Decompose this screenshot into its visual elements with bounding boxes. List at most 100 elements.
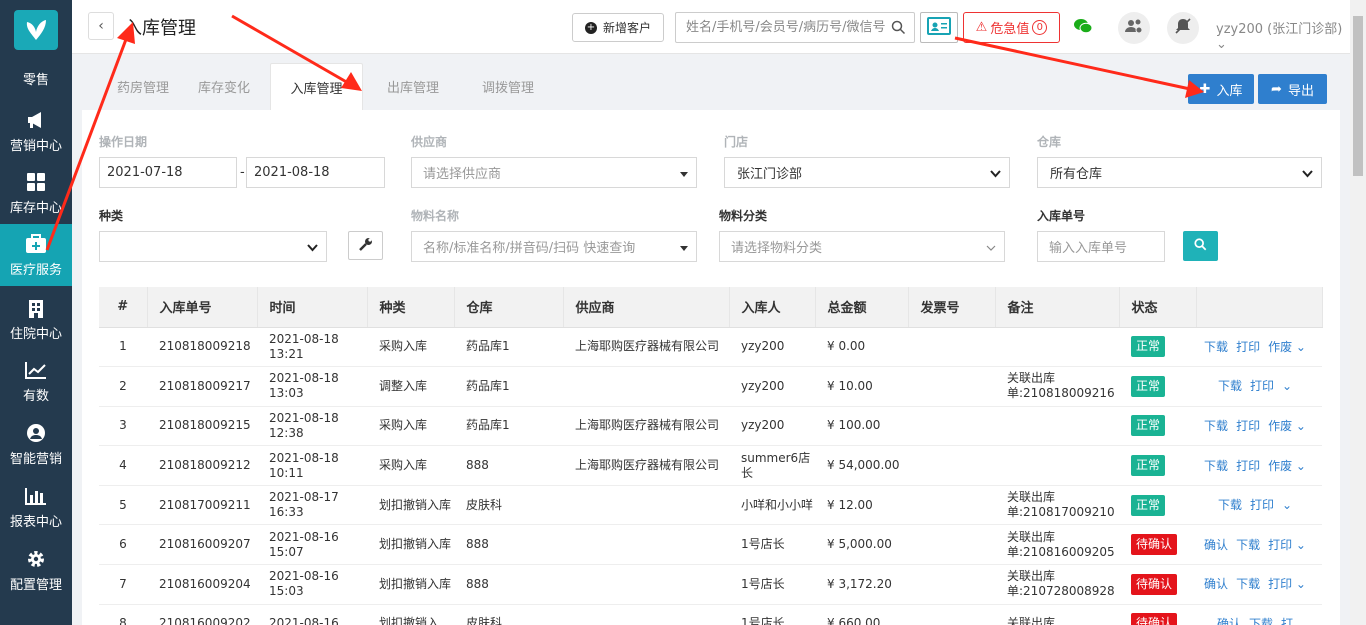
category-select[interactable]: 请选择物料分类 [719, 231, 1005, 262]
amount-cell: ¥ 0.00 [815, 327, 908, 368]
tab-stock-out[interactable]: 出库管理 [367, 63, 459, 110]
row-action-link[interactable]: ⌄ [1282, 379, 1292, 393]
store-select[interactable]: 张江门诊部 [724, 157, 1010, 188]
stock-in-table: # 入库单号 时间 种类 仓库 供应商 入库人 总金额 发票号 备注 状态 12… [99, 287, 1323, 625]
status-badge: 正常 [1131, 375, 1166, 397]
wechat-button[interactable] [1067, 12, 1099, 44]
sidebar-item-smart-marketing[interactable]: 智能营销 [0, 413, 72, 475]
status-cell: 待确认 [1119, 604, 1196, 625]
kind-cell: 划扣撤销入库 [367, 524, 454, 566]
trend-chart-icon [25, 359, 47, 381]
sidebar-item-label: 配置管理 [9, 577, 62, 593]
sidebar-item-inventory[interactable]: 库存中心 [0, 162, 72, 224]
row-action-link[interactable]: 确认 [1217, 617, 1241, 625]
kind-cell: 采购入库 [367, 445, 454, 486]
export-button[interactable]: ➦ 导出 [1258, 74, 1327, 104]
table-row: 2 210818009217 2021-08-18 13:03 调整入库 药品库1 yzy… [99, 366, 1322, 407]
category-label: 物料分类 [719, 209, 768, 223]
sidebar-item-medical[interactable]: 医疗服务 [0, 224, 72, 286]
date-from-input[interactable]: 2021-07-18 [99, 157, 237, 188]
remark-cell: 关联出库 [995, 604, 1119, 625]
time-cell: 2021-08-18 13:03 [257, 366, 367, 407]
remark-cell [995, 327, 1119, 368]
users-settings-icon [1124, 18, 1144, 38]
tab-stock-in[interactable]: 入库管理 [270, 63, 363, 110]
row-action-link[interactable]: 下载 [1236, 577, 1260, 591]
row-action-link[interactable]: 下载 [1204, 459, 1228, 473]
row-number: 4 [99, 445, 147, 486]
row-action-link[interactable]: 打印 [1236, 340, 1260, 354]
invoice-cell [908, 564, 995, 605]
row-action-link[interactable]: 下载 [1204, 419, 1228, 433]
time-cell: 2021-08-18 10:11 [257, 445, 367, 486]
row-action-link[interactable]: 打印 [1250, 379, 1274, 393]
sidebar-item-label: 智能营销 [9, 451, 62, 467]
row-action-link[interactable]: 确认 [1204, 577, 1228, 591]
remark-cell: 关联出库单:210817009210 [995, 485, 1119, 526]
row-action-link[interactable]: 打印 [1250, 498, 1274, 512]
scrollbar-thumb[interactable] [1353, 16, 1363, 176]
row-action-link[interactable]: 作废 ⌄ [1268, 419, 1306, 433]
stock-in-button[interactable]: ✚ 入库 [1188, 74, 1254, 104]
kind-select[interactable] [99, 231, 327, 262]
column-header [1196, 287, 1323, 328]
tab-pharmacy[interactable]: 药房管理 [97, 63, 189, 110]
material-select[interactable]: 名称/标准名称/拼音码/扫码 快速查询 [411, 231, 697, 262]
sidebar-item-inpatient[interactable]: 住院中心 [0, 288, 72, 350]
date-to-input[interactable]: 2021-08-18 [246, 157, 385, 188]
remark-cell: 关联出库单:210728008928 [995, 564, 1119, 605]
chevron-down-icon [986, 241, 996, 256]
sidebar-item-reports[interactable]: 报表中心 [0, 476, 72, 538]
row-action-link[interactable]: 确认 [1204, 538, 1228, 552]
supplier-cell [563, 366, 729, 407]
column-header: 种类 [367, 287, 455, 328]
tab-stock-change[interactable]: 库存变化 [178, 63, 270, 110]
back-button[interactable]: ‹ [88, 12, 114, 40]
page-scrollbar[interactable] [1350, 0, 1366, 625]
invoice-cell [908, 485, 995, 526]
customer-search-input[interactable] [676, 13, 886, 42]
row-action-link[interactable]: 下载 [1218, 498, 1242, 512]
wrench-icon [358, 237, 373, 255]
row-action-link[interactable]: 下载 [1236, 538, 1260, 552]
time-cell: 2021-08-18 12:38 [257, 406, 367, 447]
status-cell: 待确认 [1119, 564, 1196, 605]
row-action-link[interactable]: 下载 [1218, 379, 1242, 393]
row-action-link[interactable]: 打印 [1236, 419, 1260, 433]
kind-settings-button[interactable] [348, 231, 383, 260]
sidebar-item-retail[interactable]: 零售 [0, 58, 72, 98]
user-menu[interactable]: yzy200 (张江门诊部) ⌄ [1216, 18, 1350, 52]
table-header-row: # 入库单号 时间 种类 仓库 供应商 入库人 总金额 发票号 备注 状态 [99, 287, 1323, 328]
kind-cell: 划扣撤销入 [367, 604, 454, 625]
chevron-down-icon [307, 241, 318, 256]
row-action-link[interactable]: 作废 ⌄ [1268, 340, 1306, 354]
id-card-button[interactable] [920, 12, 958, 43]
store-value: 张江门诊部 [737, 167, 803, 182]
tab-transfer[interactable]: 调拨管理 [462, 63, 554, 110]
search-button[interactable] [1183, 231, 1218, 261]
order-no-input[interactable]: 输入入库单号 [1037, 231, 1165, 262]
new-customer-button[interactable]: + 新增客户 [572, 13, 664, 42]
users-button[interactable] [1118, 12, 1150, 44]
row-action-link[interactable]: 打印 ⌄ [1268, 577, 1306, 591]
critical-value-button[interactable]: ⚠ 危急值 0 [963, 12, 1060, 43]
row-action-link[interactable]: 下载 [1204, 340, 1228, 354]
supplier-select[interactable]: 请选择供应商 [411, 157, 697, 188]
sidebar-item-settings[interactable]: 配置管理 [0, 539, 72, 601]
sidebar-item-data[interactable]: 有数 [0, 350, 72, 412]
invoice-cell [908, 604, 995, 625]
mute-notifications-button[interactable] [1167, 12, 1199, 44]
warehouse-select[interactable]: 所有仓库 [1037, 157, 1322, 188]
search-icon[interactable] [891, 20, 906, 39]
row-action-link[interactable]: 作废 ⌄ [1268, 459, 1306, 473]
row-action-link[interactable]: ⌄ [1282, 498, 1292, 512]
sidebar-item-marketing[interactable]: 营销中心 [0, 100, 72, 162]
row-action-link[interactable]: 打印 ⌄ [1268, 538, 1306, 552]
row-action-link[interactable]: 打印 [1236, 459, 1260, 473]
supplier-cell [563, 604, 729, 625]
row-action-link[interactable]: 下载 [1249, 617, 1273, 625]
row-action-link[interactable]: 打 [1281, 617, 1293, 625]
page-title: 入库管理 [124, 18, 196, 39]
sidebar: 零售 营销中心 库存中心 医疗服务 住院中心 有数 智能营销 报表中心 配置管理 [0, 0, 72, 625]
actions-cell: 下载 打印 作废 ⌄ [1196, 327, 1322, 368]
